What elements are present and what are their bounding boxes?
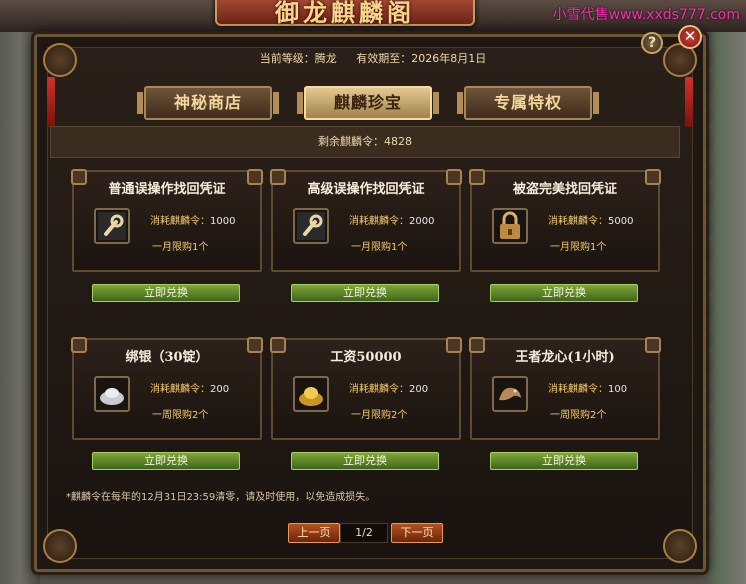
cost-label: 消耗麒麟令： (349, 216, 409, 227)
window-inner (47, 47, 693, 559)
corner-ornament (43, 529, 77, 563)
watermark: 小雪代售www.xxds777.com (552, 7, 740, 23)
cost-value: 1000 (210, 216, 236, 227)
reset-notice: *麒麟令在每年的12月31日23:59清零，请及时使用，以免造成损失。 (66, 492, 376, 503)
redeem-button[interactable]: 立即兑换 (92, 284, 240, 302)
item-card: 工资50000 消耗麒麟令：200 一月限购2个 (270, 337, 462, 440)
item-cost: 消耗麒麟令：200 (150, 380, 229, 395)
item-title: 绑银（30锭） (125, 350, 209, 365)
cost-value: 5000 (608, 216, 634, 227)
item-title: 普通误操作找回凭证 (108, 182, 226, 197)
status-line: 当前等级：腾龙 有效期至：2026年8月1日 (0, 50, 746, 66)
item-title: 被盗完美找回凭证 (512, 182, 617, 197)
item-card: 被盗完美找回凭证 消耗麒麟令：5000 一月限购1个 (469, 169, 661, 272)
page-indicator: 1/2 (340, 523, 388, 543)
item-card: 高级误操作找回凭证 消耗麒麟令：2000 一月限购1个 (270, 169, 462, 272)
corner-ornament (663, 529, 697, 563)
item-title: 高级误操作找回凭证 (307, 182, 425, 197)
cost-value: 2000 (409, 216, 435, 227)
gold-ingot-icon[interactable] (293, 376, 329, 412)
tassel-right (685, 77, 693, 127)
next-page-button[interactable]: 下一页 (391, 523, 443, 543)
purchase-limit: 一月限购2个 (351, 410, 408, 421)
purchase-limit: 一月限购1个 (351, 242, 408, 253)
item-cost: 消耗麒麟令：200 (349, 380, 428, 395)
cost-value: 200 (409, 384, 429, 395)
redeem-button[interactable]: 立即兑换 (291, 284, 439, 302)
expiry-date: 有效期至：2026年8月1日 (356, 52, 487, 65)
tassel-left (47, 77, 55, 127)
silver-ingot-icon[interactable] (94, 376, 130, 412)
dragon-icon[interactable] (492, 376, 528, 412)
item-cost: 消耗麒麟令：1000 (150, 212, 235, 227)
item-card: 普通误操作找回凭证 消耗麒麟令：1000 一月限购1个 (71, 169, 263, 272)
item-card: 绑银（30锭） 消耗麒麟令：200 一周限购2个 (71, 337, 263, 440)
item-cost: 消耗麒麟令：5000 (548, 212, 633, 227)
wrench-icon[interactable] (94, 208, 130, 244)
title-text: 御龙麒麟阁 (275, 0, 415, 27)
item-title: 王者龙心(1小时) (515, 350, 615, 365)
tab-mystery-shop[interactable]: 神秘商店 (137, 86, 279, 120)
redeem-button[interactable]: 立即兑换 (490, 284, 638, 302)
item-card: 王者龙心(1小时) 消耗麒麟令：100 一周限购2个 (469, 337, 661, 440)
redeem-button[interactable]: 立即兑换 (291, 452, 439, 470)
purchase-limit: 一月限购1个 (152, 242, 209, 253)
redeem-button[interactable]: 立即兑换 (490, 452, 638, 470)
cost-value: 200 (210, 384, 230, 395)
remaining-tokens: 剩余麒麟令：4828 (50, 126, 680, 158)
lock-icon[interactable] (492, 208, 528, 244)
cost-value: 100 (608, 384, 628, 395)
cost-label: 消耗麒麟令： (548, 216, 608, 227)
purchase-limit: 一周限购2个 (550, 410, 607, 421)
purchase-limit: 一月限购1个 (550, 242, 607, 253)
tab-exclusive-privilege[interactable]: 专属特权 (457, 86, 599, 120)
purchase-limit: 一周限购2个 (152, 410, 209, 421)
prev-page-button[interactable]: 上一页 (288, 523, 340, 543)
cost-label: 消耗麒麟令： (548, 384, 608, 395)
item-title: 工资50000 (330, 350, 402, 365)
redeem-button[interactable]: 立即兑换 (92, 452, 240, 470)
cost-label: 消耗麒麟令： (150, 216, 210, 227)
item-cost: 消耗麒麟令：100 (548, 380, 627, 395)
item-cost: 消耗麒麟令：2000 (349, 212, 434, 227)
current-level: 当前等级：腾龙 (259, 52, 337, 65)
cost-label: 消耗麒麟令： (349, 384, 409, 395)
close-button[interactable]: ✕ (678, 25, 702, 49)
cost-label: 消耗麒麟令： (150, 384, 210, 395)
tab-qilin-treasure[interactable]: 麒麟珍宝 (297, 86, 439, 120)
wrench-icon[interactable] (293, 208, 329, 244)
title-banner: 御龙麒麟阁 (215, 0, 475, 27)
